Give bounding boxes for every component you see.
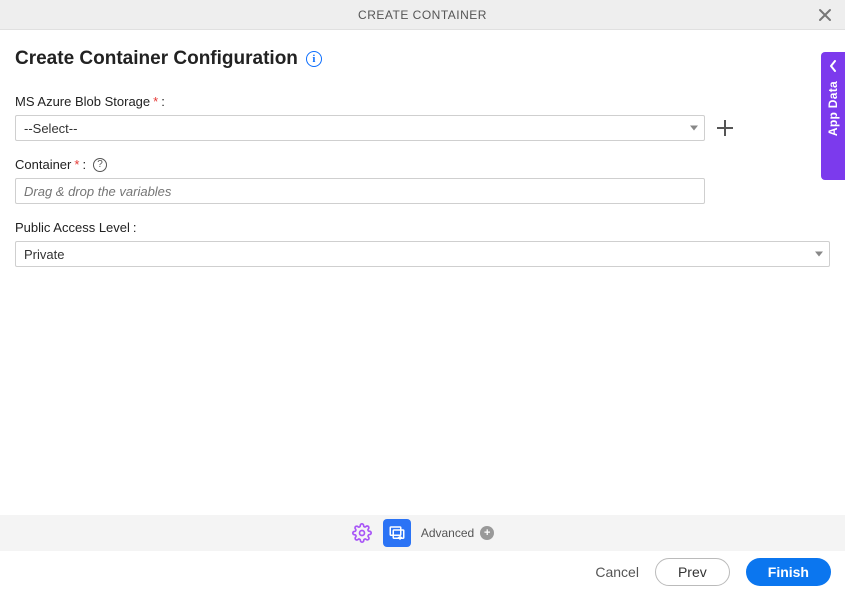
help-icon[interactable]: ? [93,158,107,172]
field-storage: MS Azure Blob Storage * : --Select-- [15,94,830,141]
access-label-text: Public Access Level [15,220,130,235]
required-marker: * [153,94,158,109]
container-label-text: Container [15,157,71,172]
storage-row: --Select-- [15,115,745,141]
colon: : [82,157,86,172]
field-access: Public Access Level : Private [15,220,830,267]
chevron-left-icon [829,60,837,75]
screen-icon[interactable] [383,519,411,547]
storage-label: MS Azure Blob Storage * : [15,94,830,109]
required-marker: * [74,157,79,172]
page-title: Create Container Configuration [15,48,298,70]
page-heading: Create Container Configuration i [15,48,830,70]
cancel-button[interactable]: Cancel [595,564,639,580]
access-selected-value: Private [24,247,64,262]
finish-button[interactable]: Finish [746,558,831,586]
gear-icon[interactable] [351,522,373,544]
modal-title: CREATE CONTAINER [358,8,487,22]
prev-button[interactable]: Prev [655,558,730,586]
bottom-toolbar: Advanced + [0,515,845,551]
advanced-button[interactable]: Advanced + [421,526,494,540]
colon: : [133,220,137,235]
field-container: Container * : ? [15,157,830,204]
chevron-down-icon [690,126,698,131]
container-input[interactable] [15,178,705,204]
footer: Cancel Prev Finish [0,551,845,593]
info-icon[interactable]: i [306,51,322,67]
add-storage-button[interactable] [715,118,735,138]
modal-header: CREATE CONTAINER [0,0,845,30]
advanced-label: Advanced [421,526,474,540]
app-data-label: App Data [826,81,840,136]
chevron-down-icon [815,252,823,257]
modal-body: Create Container Configuration i MS Azur… [0,30,845,267]
storage-label-text: MS Azure Blob Storage [15,94,150,109]
app-data-tab[interactable]: App Data [821,52,845,180]
colon: : [161,94,165,109]
container-label: Container * : ? [15,157,830,172]
storage-selected-value: --Select-- [24,121,77,136]
plus-circle-icon: + [480,526,494,540]
close-icon[interactable] [815,5,835,25]
access-label: Public Access Level : [15,220,830,235]
access-select[interactable]: Private [15,241,830,267]
storage-select[interactable]: --Select-- [15,115,705,141]
